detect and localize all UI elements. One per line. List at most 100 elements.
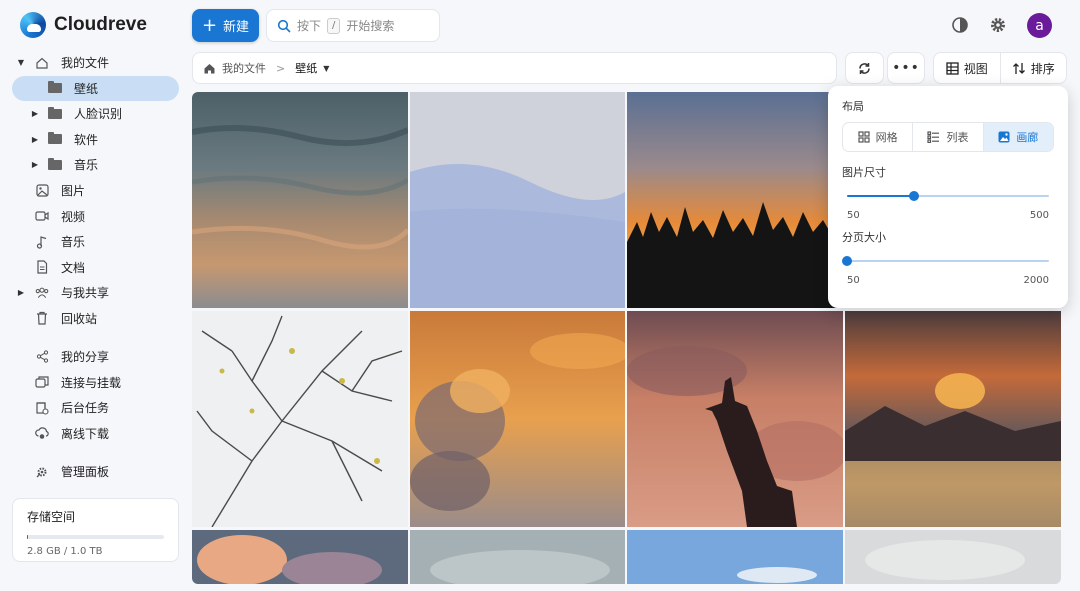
layout-option-label: 列表 xyxy=(946,131,969,144)
gallery-image[interactable] xyxy=(410,311,625,527)
image-size-min: 50 xyxy=(847,210,860,221)
folder-icon xyxy=(48,106,62,121)
storage-usage-text: 2.8 GB / 1.0 TB xyxy=(27,546,103,557)
sidebar-item-label: 后台任务 xyxy=(61,401,110,416)
gallery-image[interactable] xyxy=(410,92,625,308)
search-input[interactable]: 按下 / 开始搜索 xyxy=(266,9,440,42)
chevron-down-icon[interactable]: ▼ xyxy=(323,64,329,73)
sidebar-item-label: 管理面板 xyxy=(61,465,110,480)
sidebar-item[interactable]: 壁纸 xyxy=(12,75,179,102)
video-icon xyxy=(35,209,49,223)
search-shortcut-key: / xyxy=(327,17,341,34)
view-sort-group: 视图 排序 xyxy=(933,52,1067,84)
app-name: Cloudreve xyxy=(54,14,147,35)
slider-track xyxy=(847,260,1049,262)
layout-option-grid[interactable]: 网格 xyxy=(843,123,912,151)
mount-icon xyxy=(35,375,49,389)
expand-right-caret-icon[interactable]: ▶ xyxy=(16,288,26,297)
page-size-range: 50 2000 xyxy=(842,275,1054,286)
sort-arrows-icon xyxy=(1012,62,1025,74)
sidebar-item[interactable]: 我的分享 xyxy=(12,344,179,370)
layout-option-gallery[interactable]: 画廊 xyxy=(982,123,1053,151)
refresh-button[interactable] xyxy=(845,52,884,84)
sidebar-item-label: 回收站 xyxy=(61,311,98,326)
home-icon xyxy=(35,56,49,70)
page-size-slider[interactable] xyxy=(842,251,1054,271)
search-hint-prefix: 按下 xyxy=(297,19,322,33)
breadcrumb-root[interactable]: 我的文件 xyxy=(222,60,266,76)
home-icon[interactable] xyxy=(203,62,216,75)
sidebar-item-label: 图片 xyxy=(61,184,86,199)
plus-icon: + xyxy=(201,14,218,36)
image-size-title: 图片尺寸 xyxy=(842,166,886,179)
view-button-label: 视图 xyxy=(963,61,988,76)
image-size-range: 50 500 xyxy=(842,210,1054,221)
sort-button[interactable]: 排序 xyxy=(999,53,1067,83)
storage-progress-bar xyxy=(27,535,164,539)
app-window: Cloudreve ▼ 我的文件 壁纸 ▶ 人脸识别 ▶ 软件 ▶ 音乐 图片 视频 音乐 文档 ▶ 与我共… xyxy=(0,0,1080,591)
image-size-slider[interactable] xyxy=(842,186,1054,206)
gallery-image[interactable] xyxy=(627,530,843,584)
storage-card[interactable]: 存储空间 2.8 GB / 1.0 TB xyxy=(12,498,179,562)
gallery-image[interactable] xyxy=(192,311,408,527)
breadcrumb: 我的文件 > 壁纸 ▼ xyxy=(192,52,837,84)
theme-toggle-icon[interactable] xyxy=(949,14,971,36)
breadcrumb-separator: > xyxy=(276,61,286,75)
gallery-image[interactable] xyxy=(192,92,408,308)
folder-icon xyxy=(48,81,62,95)
app-logo[interactable]: Cloudreve xyxy=(20,12,147,38)
refresh-icon xyxy=(859,62,870,74)
gallery-image[interactable] xyxy=(845,311,1061,527)
sidebar-item[interactable]: ▶ 软件 xyxy=(12,127,179,153)
gallery-image[interactable] xyxy=(410,530,625,584)
sidebar-item[interactable]: 离线下载 xyxy=(12,421,179,447)
share-icon xyxy=(35,350,49,364)
more-actions-button[interactable]: ••• xyxy=(887,52,925,84)
admin-icon xyxy=(35,465,49,479)
expand-right-caret-icon[interactable]: ▶ xyxy=(30,109,40,118)
storage-progress-fill xyxy=(27,535,28,539)
user-avatar[interactable]: a xyxy=(1027,13,1052,38)
sidebar-item[interactable]: ▶ 人脸识别 xyxy=(12,101,179,127)
document-icon xyxy=(35,260,49,274)
slider-thumb[interactable] xyxy=(909,191,920,201)
new-button[interactable]: + 新建 xyxy=(192,9,259,42)
sidebar-item[interactable]: 管理面板 xyxy=(12,459,179,485)
music-icon xyxy=(35,235,49,249)
slider-thumb[interactable] xyxy=(842,256,852,266)
tasks-icon xyxy=(35,401,49,415)
list-icon xyxy=(927,131,940,143)
image-icon xyxy=(35,184,49,198)
gallery-image[interactable] xyxy=(192,530,408,584)
gallery-image[interactable] xyxy=(845,530,1061,584)
people-icon xyxy=(35,286,49,300)
sidebar-item[interactable]: ▶ 与我共享 xyxy=(12,280,179,306)
layout-option-list[interactable]: 列表 xyxy=(912,123,982,151)
sidebar-item[interactable]: ▼ 我的文件 xyxy=(12,50,179,76)
page-size-title: 分页大小 xyxy=(842,231,886,244)
sidebar-item[interactable]: 连接与挂载 xyxy=(12,370,179,396)
sidebar: Cloudreve ▼ 我的文件 壁纸 ▶ 人脸识别 ▶ 软件 ▶ 音乐 图片 视频 音乐 文档 ▶ 与我共… xyxy=(0,0,190,591)
layout-option-label: 画廊 xyxy=(1016,131,1039,144)
sidebar-item[interactable]: 回收站 xyxy=(12,306,179,332)
view-options-popover: 布局 网格 列表 画廊 图片尺寸 50 500 分页大小 50 2000 xyxy=(828,86,1068,308)
sidebar-item-label: 音乐 xyxy=(74,158,99,173)
expand-down-caret-icon[interactable]: ▼ xyxy=(16,58,26,67)
settings-gear-icon[interactable] xyxy=(987,14,1009,36)
sidebar-item-label: 软件 xyxy=(74,132,99,147)
expand-right-caret-icon[interactable]: ▶ xyxy=(30,160,40,169)
gallery-image[interactable] xyxy=(627,92,843,308)
sidebar-item[interactable]: 后台任务 xyxy=(12,395,179,421)
sidebar-item[interactable]: 视频 xyxy=(12,203,179,229)
image-size-max: 500 xyxy=(1029,210,1049,221)
sidebar-item[interactable]: 文档 xyxy=(12,255,179,281)
gallery-image[interactable] xyxy=(627,311,843,527)
sidebar-item[interactable]: ▶ 音乐 xyxy=(12,152,179,178)
view-button[interactable]: 视图 xyxy=(934,53,1000,83)
expand-right-caret-icon[interactable]: ▶ xyxy=(30,135,40,144)
storage-title: 存储空间 xyxy=(27,510,76,524)
breadcrumb-current[interactable]: 壁纸 xyxy=(295,60,317,76)
sidebar-item[interactable]: 图片 xyxy=(12,178,179,204)
sidebar-item[interactable]: 音乐 xyxy=(12,229,179,255)
new-button-label: 新建 xyxy=(223,20,250,35)
